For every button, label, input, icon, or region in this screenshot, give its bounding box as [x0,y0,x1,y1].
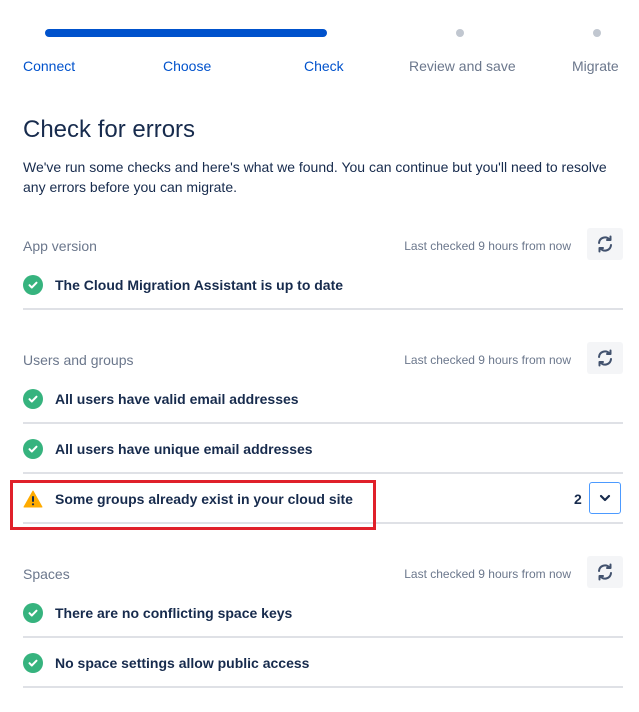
warning-count: 2 [574,491,582,507]
check-row-unique-emails: All users have unique email addresses [23,437,623,461]
page-description: We've run some checks and here's what we… [23,159,607,195]
step-choose[interactable]: Choose [163,57,211,75]
check-label: No space settings allow public access [55,655,310,671]
progress-dot-migrate [593,29,601,37]
divider [23,472,623,474]
divider [23,308,623,310]
check-circle-icon [23,653,43,673]
step-check[interactable]: Check [304,57,344,75]
divider [23,636,623,638]
check-circle-icon [23,389,43,409]
refresh-users-and-groups-button[interactable] [587,342,623,374]
check-row-app-up-to-date: The Cloud Migration Assistant is up to d… [23,273,623,297]
step-review-and-save: Review and save [409,58,516,74]
section-title-app-version: App version [23,238,97,254]
step-migrate: Migrate [572,58,619,74]
refresh-app-version-button[interactable] [587,228,623,260]
check-label: All users have valid email addresses [55,391,299,407]
check-circle-icon [23,439,43,459]
check-row-public-access: No space settings allow public access [23,651,623,675]
refresh-icon [598,235,612,253]
section-title-users-and-groups: Users and groups [23,352,134,368]
check-for-errors-page: Connect Choose Check Review and save Mig… [0,0,639,712]
progress-bar-fill [45,29,327,37]
divider [23,686,623,688]
refresh-icon [598,563,612,581]
refresh-icon [598,349,612,367]
check-circle-icon [23,603,43,623]
check-label: The Cloud Migration Assistant is up to d… [55,277,344,293]
last-checked-users-and-groups: Last checked 9 hours from now [404,353,571,367]
section-title-spaces: Spaces [23,566,70,582]
check-circle-icon [23,275,43,295]
last-checked-spaces: Last checked 9 hours from now [404,567,571,581]
divider [23,422,623,424]
chevron-down-icon [599,494,611,502]
check-label: All users have unique email addresses [55,441,313,457]
step-connect[interactable]: Connect [23,57,75,75]
expand-groups-button[interactable] [589,482,621,514]
progress-dot-review [456,29,464,37]
refresh-spaces-button[interactable] [587,556,623,588]
check-row-space-keys: There are no conflicting space keys [23,601,623,625]
check-row-valid-emails: All users have valid email addresses [23,387,623,411]
check-label: There are no conflicting space keys [55,605,293,621]
last-checked-app-version: Last checked 9 hours from now [404,239,571,253]
page-title: Check for errors [23,116,196,143]
highlight-box [10,480,376,530]
